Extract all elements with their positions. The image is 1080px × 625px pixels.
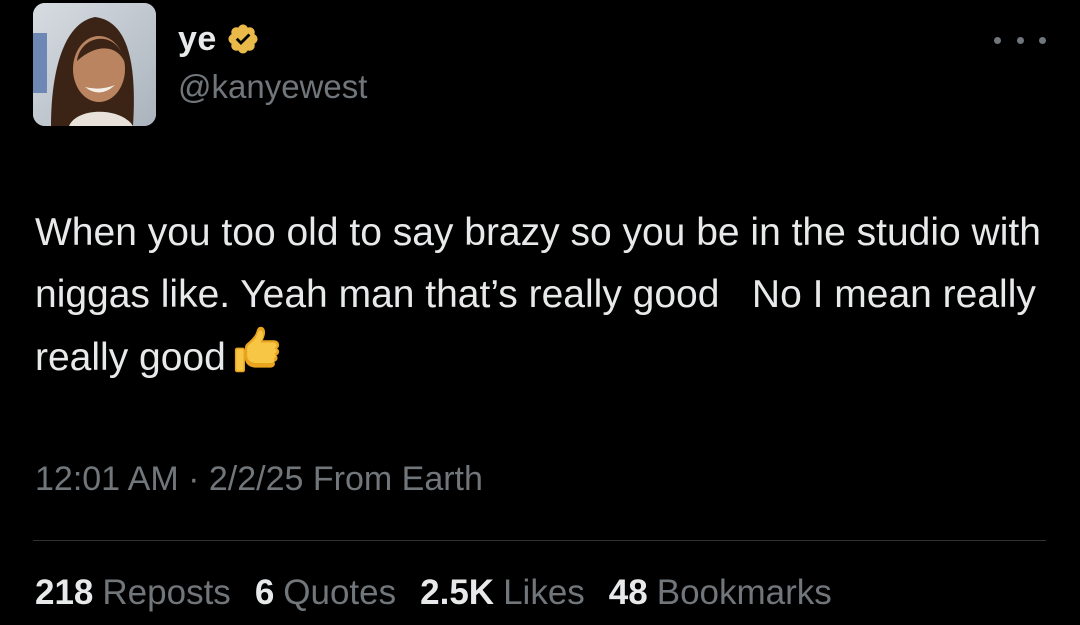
tweet-text: When you too old to say brazy so you be … [35, 211, 1052, 379]
avatar[interactable] [33, 3, 156, 126]
bookmarks-count: 48 [608, 573, 648, 612]
more-dot-icon [1016, 36, 1024, 44]
tweet-source: From Earth [312, 460, 483, 498]
bookmarks-label: Bookmarks [656, 573, 832, 612]
tweet-body: When you too old to say brazy so you be … [35, 202, 1045, 397]
meta-separator: · [188, 460, 200, 498]
tweet-meta: 12:01 AM · 2/2/25 From Earth [35, 460, 483, 499]
more-dot-icon [994, 36, 1001, 44]
more-options-button[interactable] [994, 26, 1046, 54]
bookmarks-stat[interactable]: 48 Bookmarks [609, 573, 832, 613]
tweet-time[interactable]: 12:01 AM [35, 460, 179, 498]
display-name[interactable]: ye [178, 20, 217, 59]
engagement-stats: 218 Reposts 6 Quotes 2.5K Likes 48 Bookmarks [35, 573, 832, 613]
reposts-label: Reposts [102, 573, 231, 612]
verified-badge-icon[interactable] [226, 22, 260, 56]
user-handle[interactable]: @kanyewest [178, 68, 367, 106]
tweet-date[interactable]: 2/2/25 [209, 460, 304, 498]
quotes-label: Quotes [283, 573, 397, 612]
thumbs-up-icon [232, 326, 284, 397]
display-name-row: ye [178, 14, 260, 64]
divider [33, 540, 1046, 541]
quotes-count: 6 [254, 573, 275, 612]
likes-stat[interactable]: 2.5K Likes [420, 573, 585, 613]
more-dot-icon [1039, 36, 1046, 44]
likes-count: 2.5K [420, 573, 495, 612]
reposts-stat[interactable]: 218 Reposts [35, 573, 231, 613]
reposts-count: 218 [35, 573, 94, 612]
profile-photo-icon [33, 3, 156, 126]
likes-label: Likes [503, 573, 585, 612]
quotes-stat[interactable]: 6 Quotes [255, 573, 396, 613]
